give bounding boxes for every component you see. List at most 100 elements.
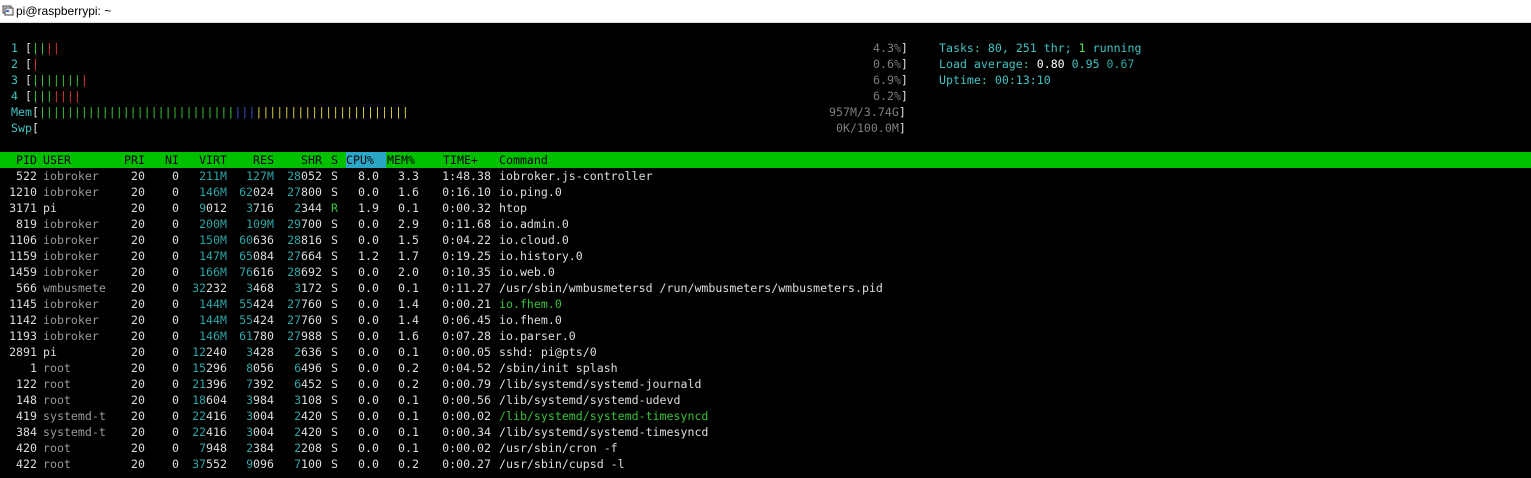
column-header-virt[interactable]: VIRT	[199, 152, 227, 168]
cell-pid: 419	[16, 409, 37, 423]
cell-mem-percent: 2.0	[398, 265, 419, 279]
process-row[interactable]: 422 root 20 0 37552 9096 7100 S 0.0 0.2 0:00.27/us…	[0, 456, 1531, 472]
cell-state: S	[331, 249, 338, 263]
process-row[interactable]: 1 root 20 0 15296 8056 6496 S 0.0 0.2 0:04.52/sbin…	[0, 360, 1531, 376]
column-header-nice[interactable]: NI	[165, 152, 179, 168]
column-header-mem-percent[interactable]: MEM%	[387, 152, 415, 168]
cell-shr: 2420	[294, 425, 322, 439]
column-header-state[interactable]: S	[331, 152, 338, 168]
cell-state: S	[331, 425, 338, 439]
cell-mem-percent: 0.1	[398, 425, 419, 439]
cell-time: 0:10.35	[442, 265, 491, 279]
column-header-user[interactable]: USER	[43, 152, 71, 168]
cell-cpu-percent: 1.9	[358, 201, 379, 215]
cell-user: iobroker	[43, 249, 99, 263]
process-row[interactable]: 420 root 20 0 7948 2384 2208 S 0.0 0.1 0:00.02/usr…	[0, 440, 1531, 456]
process-row[interactable]: 1210 iobroker 20 0 146M 62024 27800 S 0.0 1.6 0:16…	[0, 184, 1531, 200]
cell-command: /usr/sbin/cron -f	[499, 441, 618, 455]
load-average-line: Load average: 0.80 0.95 0.67	[939, 56, 1134, 72]
cell-res: 65084	[239, 249, 274, 263]
cell-state: S	[331, 265, 338, 279]
process-row[interactable]: 384 systemd-t 20 0 22416 3004 2420 S 0.0 0.1 0:00.…	[0, 424, 1531, 440]
process-row[interactable]: 148 root 20 0 18604 3984 3108 S 0.0 0.1 0:00.56/li…	[0, 392, 1531, 408]
process-row[interactable]: 1142 iobroker 20 0 144M 55424 27760 S 0.0 1.4 0:06…	[0, 312, 1531, 328]
cell-virt: 21396	[192, 377, 227, 391]
column-header-command[interactable]: Command	[499, 152, 548, 168]
cell-time: 1:48.38	[442, 169, 491, 183]
process-row[interactable]: 3171 pi 20 0 9012 3716 2344 R 1.9 0.1 0:00.32 htop	[0, 200, 1531, 216]
cell-shr: 27988	[287, 329, 322, 343]
running-label: running	[1092, 41, 1142, 55]
tasks-count: 80,	[987, 41, 1009, 55]
cell-cpu-percent: 0.0	[358, 265, 379, 279]
cell-res: 127M	[246, 169, 274, 183]
cell-cpu-percent: 0.0	[358, 393, 379, 407]
cell-nice: 0	[172, 361, 179, 375]
cell-shr: 28052	[287, 169, 322, 183]
cell-mem-percent: 0.2	[398, 361, 419, 375]
column-header-time[interactable]: TIME+	[443, 152, 478, 168]
cell-user: iobroker	[43, 233, 99, 247]
cell-user: iobroker	[43, 329, 99, 343]
column-header-res[interactable]: RES	[253, 152, 274, 168]
column-header-cpu-percent[interactable]: CPU%	[346, 152, 386, 168]
cell-user: iobroker	[43, 185, 99, 199]
cell-command: /usr/sbin/wmbusmetersd /run/wmbusmeters/…	[499, 281, 883, 295]
cell-cpu-percent: 0.0	[358, 233, 379, 247]
cell-shr: 3172	[294, 281, 322, 295]
cell-shr: 28816	[287, 233, 322, 247]
swap-value: 0K/100.0M	[836, 121, 899, 135]
cell-nice: 0	[172, 313, 179, 327]
process-row[interactable]: 419 systemd-t 20 0 22416 3004 2420 S 0.0 0.1 0:00.…	[0, 408, 1531, 424]
process-row[interactable]: 1193 iobroker 20 0 146M 61780 27988 S 0.0 1.6 0:07…	[0, 328, 1531, 344]
process-row[interactable]: 1145 iobroker 20 0 144M 55424 27760 S 0.0 1.4 0:00…	[0, 296, 1531, 312]
process-row[interactable]: 522 iobroker 20 0 211M 127M 28052 S 8.0 3.3 1:48.3…	[0, 168, 1531, 184]
cpu-bars: |||||||	[31, 89, 81, 103]
cell-virt: 200M	[199, 217, 227, 231]
cell-nice: 0	[172, 329, 179, 343]
process-row[interactable]: 1459 iobroker 20 0 166M 76616 28692 S 0.0 2.0 0:10…	[0, 264, 1531, 280]
column-header-shr[interactable]: SHR	[301, 152, 322, 168]
cell-nice: 0	[172, 249, 179, 263]
cell-cpu-percent: 0.0	[358, 185, 379, 199]
cpu-percent-value: 6.9%	[873, 73, 901, 87]
meter-bracket-open: [	[31, 105, 39, 119]
cell-mem-percent: 2.9	[398, 217, 419, 231]
cell-mem-percent: 1.6	[398, 329, 419, 343]
cell-cpu-percent: 0.0	[358, 281, 379, 295]
process-row[interactable]: 1106 iobroker 20 0 150M 60636 28816 S 0.0 1.5 0:04…	[0, 232, 1531, 248]
meter-bracket-open: [	[24, 57, 32, 71]
cell-cpu-percent: 0.0	[358, 377, 379, 391]
cell-cpu-percent: 1.2	[358, 249, 379, 263]
process-row[interactable]: 819 iobroker 20 0 200M 109M 29700 S 0.0 2.9 0:11.6…	[0, 216, 1531, 232]
cell-pid: 1	[30, 361, 37, 375]
cell-virt: 211M	[199, 169, 227, 183]
uptime-label: Uptime:	[939, 73, 988, 87]
cell-command: io.ping.0	[499, 185, 562, 199]
process-row[interactable]: 566 wmbusmete 20 0 32232 3468 3172 S 0.0 0.1 0:11.…	[0, 280, 1531, 296]
cell-virt: 37552	[192, 457, 227, 471]
cell-pid: 1106	[9, 233, 37, 247]
cell-state: S	[331, 233, 338, 247]
cell-priority: 20	[131, 377, 145, 391]
process-table-header: PID USER PRI NI VIRT RES SHR S CPU% MEM% TIME+ Comm…	[0, 152, 1531, 168]
cell-shr: 3108	[294, 393, 322, 407]
window-titlebar[interactable]: pi@raspberrypi: ~	[0, 0, 1531, 23]
column-header-priority[interactable]: PRI	[124, 152, 145, 168]
cell-priority: 20	[131, 233, 145, 247]
cell-nice: 0	[172, 201, 179, 215]
process-row[interactable]: 122 root 20 0 21396 7392 6452 S 0.0 0.2 0:00.79/li…	[0, 376, 1531, 392]
cell-cpu-percent: 0.0	[358, 457, 379, 471]
cell-user: systemd-t	[43, 409, 106, 423]
process-row[interactable]: 1159 iobroker 20 0 147M 65084 27664 S 1.2 1.7 0:19…	[0, 248, 1531, 264]
cpu-label: 4	[11, 89, 18, 103]
cell-user: iobroker	[43, 313, 99, 327]
cell-pid: 420	[16, 441, 37, 455]
cell-priority: 20	[131, 281, 145, 295]
cell-cpu-percent: 0.0	[358, 425, 379, 439]
cpu-percent: 4.3%]	[873, 40, 908, 56]
cell-time: 0:00.02	[442, 409, 491, 423]
terminal-area[interactable]: 1 [|||| 4.3%] 2 [| 0.6%] 3 [|||||||| 6.9%] 4 […	[0, 23, 1531, 478]
column-header-pid[interactable]: PID	[16, 152, 37, 168]
process-row[interactable]: 2891 pi 20 0 12240 3428 2636 S 0.0 0.1 0:00.05 sshd…	[0, 344, 1531, 360]
